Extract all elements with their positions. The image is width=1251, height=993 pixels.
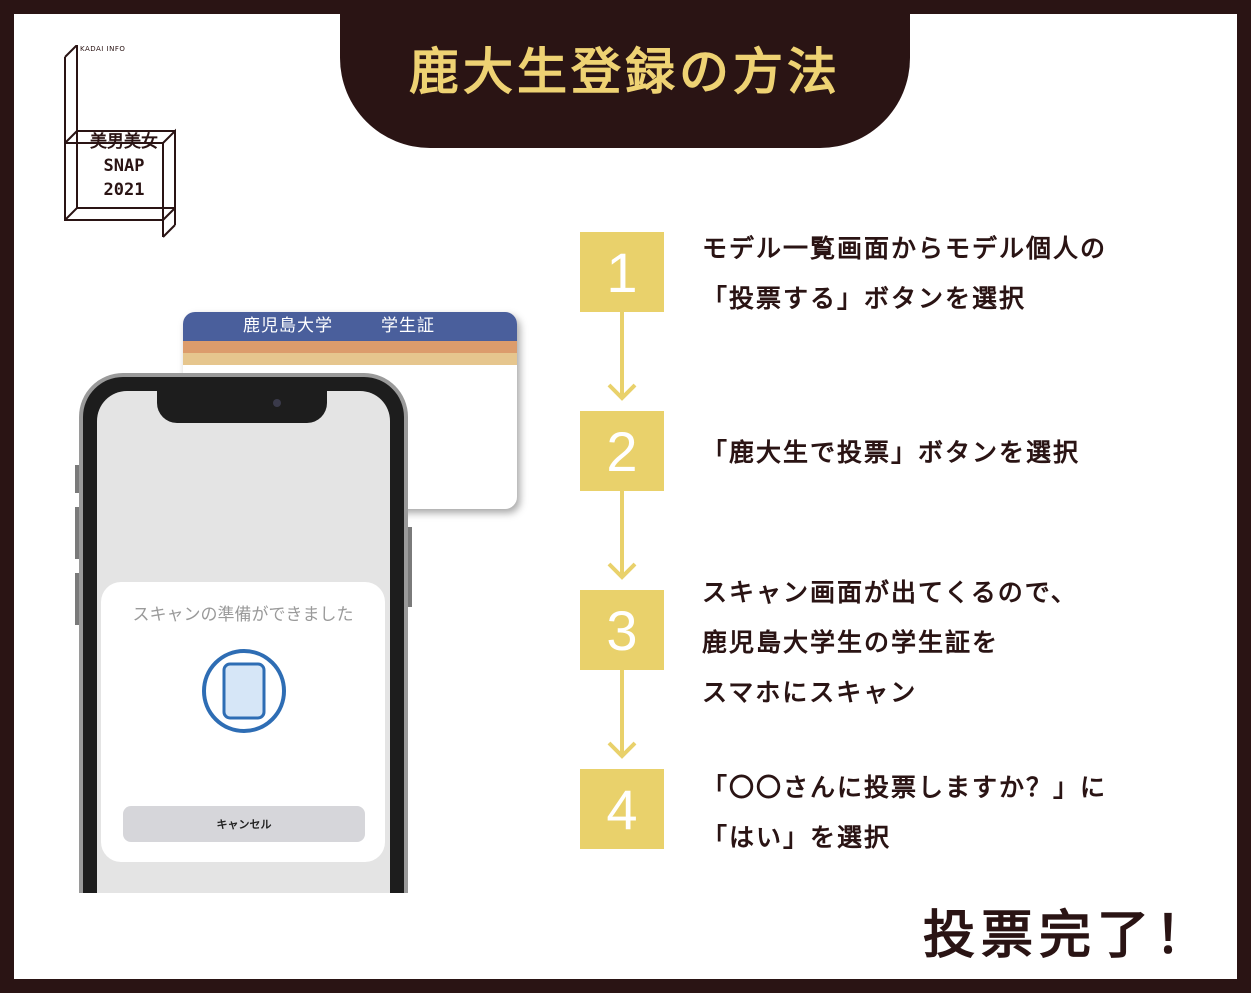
scan-sheet-title: スキャンの準備ができました [132, 605, 354, 625]
logo-line: SNAP [103, 156, 145, 176]
step-line: 鹿児島大学生の学生証を [702, 628, 1000, 657]
step-line: 「投票する」ボタンを選択 [702, 284, 1027, 313]
step-description: スキャン画面が出てくるので、 鹿児島大学生の学生証を スマホにスキャン [702, 568, 1078, 718]
side-button [75, 573, 79, 625]
smartphone: スキャンの準備ができました キャンセル [75, 373, 412, 893]
step-line: スキャン画面が出てくるので、 [702, 578, 1078, 607]
step-line: 「〇〇さんに投票しますか？」に [702, 773, 1108, 802]
step-line: 「鹿大生で投票」ボタンを選択 [702, 438, 1081, 467]
logo-subtext: KADAI INFO [80, 45, 126, 53]
step-number: 4 [580, 769, 664, 849]
scan-sheet: スキャンの準備ができました キャンセル [101, 582, 385, 862]
page-title: 鹿大生登録の方法 [409, 43, 841, 101]
logo-line: 2021 [103, 180, 145, 200]
side-button [75, 507, 79, 559]
step-number: 1 [580, 232, 664, 312]
phone-scan-icon [202, 649, 286, 733]
card-label: 学生証 [381, 316, 435, 336]
arrow-down-icon [607, 562, 637, 580]
step-description: モデル一覧画面からモデル個人の 「投票する」ボタンを選択 [702, 224, 1107, 324]
step-description: 「鹿大生で投票」ボタンを選択 [702, 428, 1080, 478]
step-number: 3 [580, 590, 664, 670]
side-button [75, 465, 79, 493]
card-stripe [183, 341, 517, 353]
step-line: モデル一覧画面からモデル個人の [702, 234, 1108, 263]
logo-line: 美男美女 [90, 132, 158, 152]
step-number: 2 [580, 411, 664, 491]
card-university: 鹿児島大学 [243, 316, 333, 336]
step-line: 「はい」を選択 [702, 823, 892, 852]
step-description: 「〇〇さんに投票しますか？」に 「はい」を選択 [702, 763, 1107, 863]
step-line: スマホにスキャン [702, 678, 918, 707]
logo-text: 美男美女 SNAP 2021 [82, 130, 166, 202]
title-banner: 鹿大生登録の方法 [340, 0, 910, 148]
side-button [408, 527, 412, 607]
arrow-down-icon [607, 383, 637, 401]
card-header: 鹿児島大学 学生証 [183, 312, 517, 341]
arrow-down-icon [607, 741, 637, 759]
cancel-button[interactable]: キャンセル [123, 806, 365, 842]
card-stripe [183, 353, 517, 365]
camera-icon [273, 399, 281, 407]
completion-text: 投票完了！ [922, 906, 1213, 966]
phone-screen: スキャンの準備ができました キャンセル [97, 391, 390, 893]
phone-notch [157, 391, 327, 423]
